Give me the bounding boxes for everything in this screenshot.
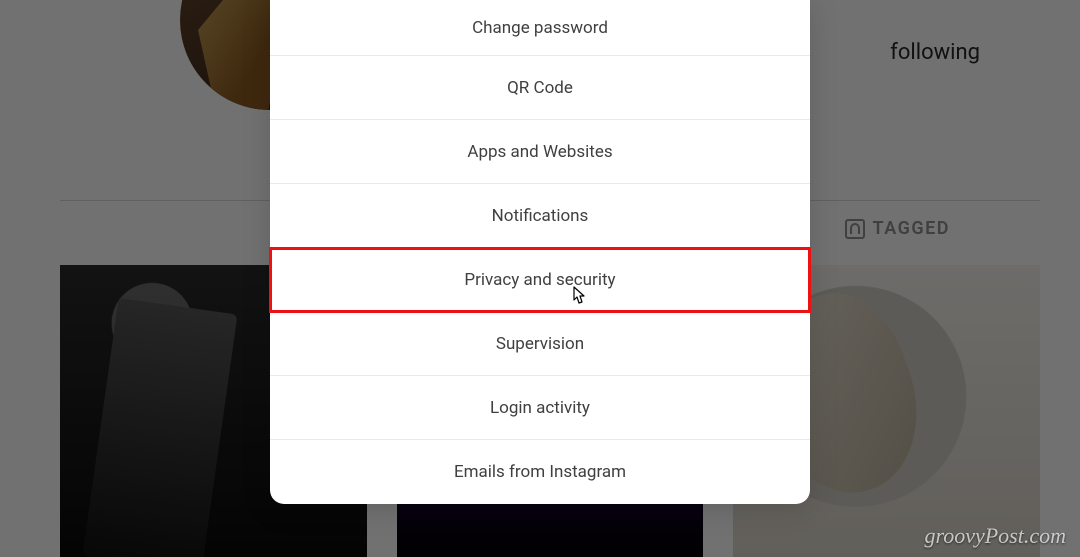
screenshot-stage: following TAGGED Change password QR Code… (0, 0, 1080, 557)
menu-item-label: QR Code (507, 78, 573, 98)
menu-item-label: Supervision (496, 334, 584, 354)
menu-item-label: Notifications (492, 206, 589, 226)
menu-item-change-password[interactable]: Change password (270, 0, 810, 56)
settings-menu-modal: Change password QR Code Apps and Website… (270, 0, 810, 504)
menu-item-label: Change password (472, 18, 608, 38)
menu-item-emails-from-instagram[interactable]: Emails from Instagram (270, 440, 810, 504)
menu-item-label: Emails from Instagram (454, 462, 626, 482)
menu-item-supervision[interactable]: Supervision (270, 312, 810, 376)
menu-item-login-activity[interactable]: Login activity (270, 376, 810, 440)
menu-item-label: Apps and Websites (467, 142, 612, 162)
menu-item-privacy-and-security[interactable]: Privacy and security (270, 248, 810, 312)
menu-item-apps-and-websites[interactable]: Apps and Websites (270, 120, 810, 184)
menu-item-qr-code[interactable]: QR Code (270, 56, 810, 120)
menu-item-label: Privacy and security (464, 270, 615, 290)
watermark: groovyPost.com (924, 523, 1066, 549)
menu-item-label: Login activity (490, 398, 590, 418)
menu-item-notifications[interactable]: Notifications (270, 184, 810, 248)
